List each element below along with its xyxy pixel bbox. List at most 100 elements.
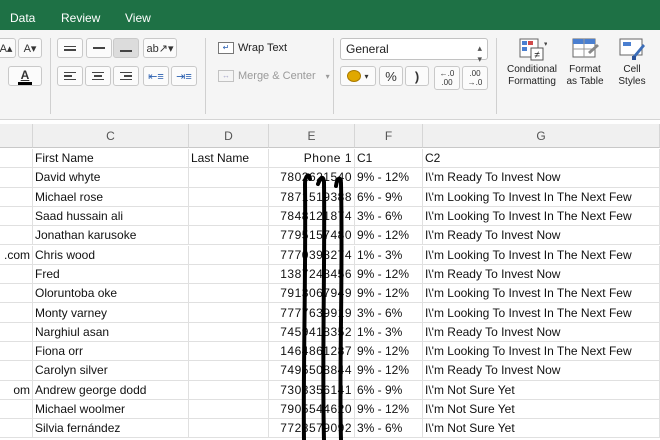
cell-c[interactable]: Michael rose bbox=[33, 187, 189, 207]
cell-e[interactable]: 1387248456 bbox=[269, 264, 355, 285]
cell-e[interactable]: 7303356141 bbox=[269, 380, 355, 400]
cell-f[interactable]: 3% - 6% bbox=[355, 419, 423, 439]
column-header-c[interactable]: C bbox=[33, 124, 189, 148]
number-format-select[interactable]: General ▴ ▾ bbox=[340, 38, 488, 64]
cell-b[interactable] bbox=[0, 264, 33, 285]
wrap-text-button[interactable]: ↵ Wrap Text bbox=[218, 42, 287, 54]
column-header-g[interactable]: G bbox=[423, 124, 660, 148]
cell-d[interactable] bbox=[189, 342, 269, 362]
align-center-button[interactable] bbox=[85, 66, 111, 86]
cell-e[interactable]: 7777639919 bbox=[269, 303, 355, 323]
cell-g[interactable]: I\'m Looking To Invest In The Next Few bbox=[423, 342, 660, 362]
cell-f[interactable]: 1% - 3% bbox=[355, 245, 423, 265]
cell-d[interactable] bbox=[189, 206, 269, 227]
cell-c[interactable]: Saad hussain ali bbox=[33, 206, 189, 227]
cell-g[interactable]: I\'m Looking To Invest In The Next Few bbox=[423, 245, 660, 265]
cell-e[interactable]: 7913067949 bbox=[269, 284, 355, 304]
cell-g[interactable]: I\'m Ready To Invest Now bbox=[423, 168, 660, 188]
cell-c[interactable]: Fiona orr bbox=[33, 342, 189, 362]
cell-b[interactable] bbox=[0, 361, 33, 381]
cell-d[interactable] bbox=[189, 168, 269, 188]
cell-b[interactable] bbox=[0, 419, 33, 439]
cell-e[interactable]: 7848121874 bbox=[269, 206, 355, 227]
format-as-table-button[interactable]: Format as Table bbox=[562, 36, 608, 88]
cell-b[interactable]: .com bbox=[0, 245, 33, 265]
cell-d[interactable] bbox=[189, 303, 269, 323]
cell-e[interactable]: 7905544620 bbox=[269, 399, 355, 420]
conditional-formatting-button[interactable]: ≠ ▾ Conditional Formatting bbox=[502, 36, 562, 88]
column-header-e[interactable]: E bbox=[269, 124, 355, 148]
cell-d[interactable] bbox=[189, 399, 269, 420]
cell-f[interactable]: 3% - 6% bbox=[355, 206, 423, 227]
cell-f[interactable]: 9% - 12% bbox=[355, 284, 423, 304]
cell-g[interactable]: I\'m Ready To Invest Now bbox=[423, 322, 660, 342]
cell-b[interactable] bbox=[0, 303, 33, 323]
merge-center-button[interactable]: ↔ Merge & Center ▾ bbox=[218, 70, 330, 82]
cell-e[interactable]: 7728579092 bbox=[269, 419, 355, 439]
menu-review[interactable]: Review bbox=[61, 11, 100, 25]
cell-f[interactable]: 9% - 12% bbox=[355, 361, 423, 381]
cell-e[interactable]: 7770398274 bbox=[269, 245, 355, 265]
cell-d[interactable] bbox=[189, 380, 269, 400]
cell-f[interactable]: 9% - 12% bbox=[355, 168, 423, 188]
align-bottom-button[interactable] bbox=[113, 38, 139, 58]
header-cell-b[interactable] bbox=[0, 149, 33, 169]
cell-b[interactable] bbox=[0, 342, 33, 362]
cell-e[interactable]: 7871519388 bbox=[269, 187, 355, 207]
cell-f[interactable]: 6% - 9% bbox=[355, 187, 423, 207]
cell-f[interactable]: 9% - 12% bbox=[355, 399, 423, 420]
cell-b[interactable] bbox=[0, 284, 33, 304]
cell-c[interactable]: Andrew george dodd bbox=[33, 380, 189, 400]
cell-d[interactable] bbox=[189, 419, 269, 439]
cell-d[interactable] bbox=[189, 187, 269, 207]
cell-c[interactable]: Jonathan karusoke bbox=[33, 226, 189, 246]
cell-f[interactable]: 3% - 6% bbox=[355, 303, 423, 323]
cell-b[interactable] bbox=[0, 187, 33, 207]
header-cell-g[interactable]: C2 bbox=[423, 149, 660, 169]
column-header-d[interactable]: D bbox=[189, 124, 269, 148]
cell-f[interactable]: 9% - 12% bbox=[355, 226, 423, 246]
increase-decimal-button[interactable]: ←.0 .00 bbox=[434, 66, 460, 90]
cell-f[interactable]: 6% - 9% bbox=[355, 380, 423, 400]
cell-c[interactable]: Chris wood bbox=[33, 245, 189, 265]
cell-d[interactable] bbox=[189, 361, 269, 381]
cell-c[interactable]: Fred bbox=[33, 264, 189, 285]
cell-c[interactable]: Monty varney bbox=[33, 303, 189, 323]
cell-g[interactable]: I\'m Not Sure Yet bbox=[423, 419, 660, 439]
percent-style-button[interactable]: % bbox=[379, 66, 403, 86]
cell-c[interactable]: Narghiul asan bbox=[33, 322, 189, 342]
decrease-font-size-button[interactable]: A▾ bbox=[18, 38, 42, 58]
cell-g[interactable]: I\'m Looking To Invest In The Next Few bbox=[423, 187, 660, 207]
cell-f[interactable]: 9% - 12% bbox=[355, 342, 423, 362]
cell-g[interactable]: I\'m Looking To Invest In The Next Few bbox=[423, 303, 660, 323]
cell-d[interactable] bbox=[189, 284, 269, 304]
align-right-button[interactable] bbox=[113, 66, 139, 86]
cell-e[interactable]: 1464861287 bbox=[269, 342, 355, 362]
menu-data[interactable]: Data bbox=[10, 11, 35, 25]
cell-c[interactable]: Silvia fernández bbox=[33, 419, 189, 439]
cell-f[interactable]: 9% - 12% bbox=[355, 264, 423, 285]
cell-c[interactable]: Oloruntoba oke bbox=[33, 284, 189, 304]
header-cell-f[interactable]: C1 bbox=[355, 149, 423, 169]
orientation-button[interactable]: ab↗▾ bbox=[143, 38, 177, 58]
align-left-button[interactable] bbox=[57, 66, 83, 86]
cell-g[interactable]: I\'m Not Sure Yet bbox=[423, 380, 660, 400]
align-middle-button[interactable] bbox=[86, 38, 112, 58]
increase-font-size-button[interactable]: A▴ bbox=[0, 38, 16, 58]
column-header-b[interactable] bbox=[0, 124, 33, 148]
cell-b[interactable] bbox=[0, 399, 33, 420]
cell-f[interactable]: 1% - 3% bbox=[355, 322, 423, 342]
header-cell-d[interactable]: Last Name bbox=[189, 149, 269, 169]
column-header-f[interactable]: F bbox=[355, 124, 423, 148]
cell-g[interactable]: I\'m Looking To Invest In The Next Few bbox=[423, 284, 660, 304]
cell-c[interactable]: David whyte bbox=[33, 168, 189, 188]
cell-g[interactable]: I\'m Ready To Invest Now bbox=[423, 361, 660, 381]
cell-d[interactable] bbox=[189, 322, 269, 342]
decrease-indent-button[interactable]: ⇤≡ bbox=[143, 66, 169, 86]
cell-e[interactable]: 7795157480 bbox=[269, 226, 355, 246]
cell-d[interactable] bbox=[189, 245, 269, 265]
cell-g[interactable]: I\'m Ready To Invest Now bbox=[423, 226, 660, 246]
cell-g[interactable]: I\'m Ready To Invest Now bbox=[423, 264, 660, 285]
cell-d[interactable] bbox=[189, 226, 269, 246]
increase-indent-button[interactable]: ⇥≡ bbox=[171, 66, 197, 86]
